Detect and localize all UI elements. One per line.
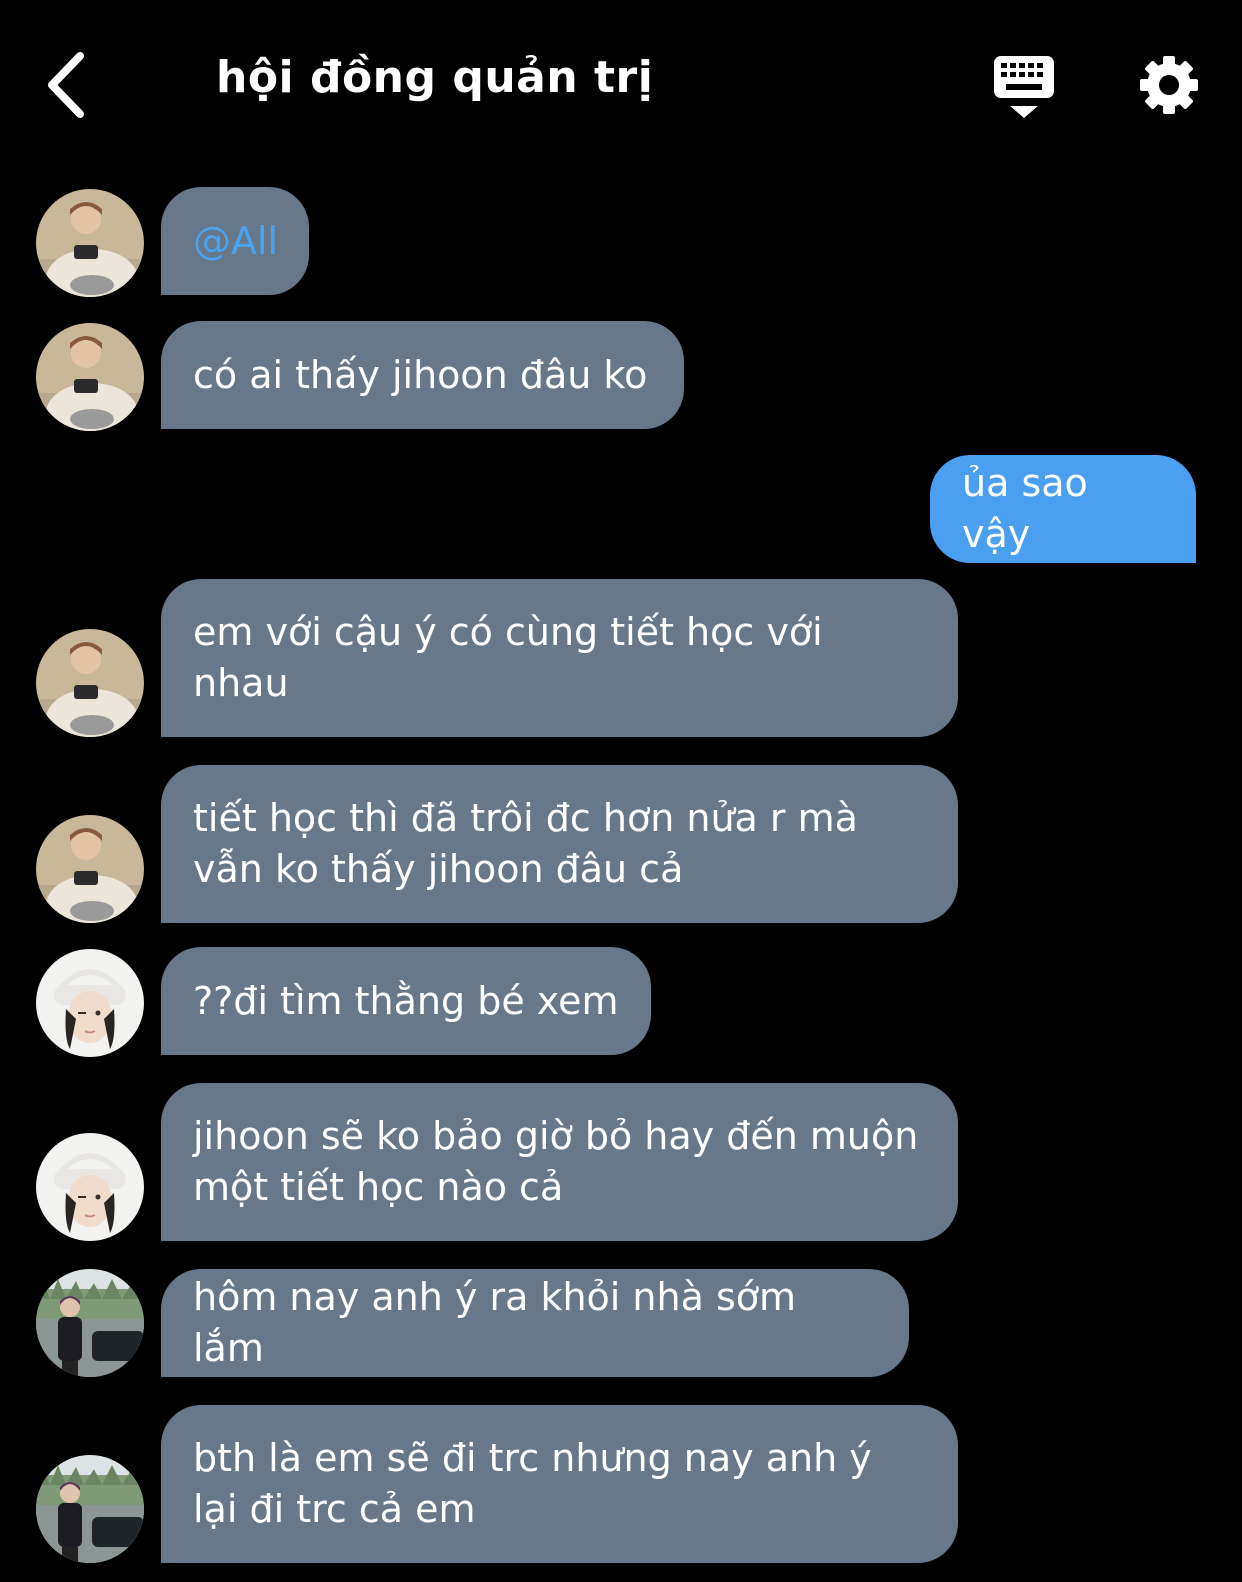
avatar[interactable] <box>36 189 144 297</box>
chevron-left-icon <box>48 52 84 118</box>
gear-icon <box>1140 56 1198 114</box>
message-bubble[interactable]: tiết học thì đã trôi đc hơn nửa r mà vẫn… <box>161 765 958 923</box>
avatar[interactable] <box>36 1455 144 1563</box>
message-bubble[interactable]: bth là em sẽ đi trc nhưng nay anh ý lại … <box>161 1405 958 1563</box>
settings-button[interactable] <box>1138 54 1200 116</box>
avatar[interactable] <box>36 629 144 737</box>
message-bubble[interactable]: có ai thấy jihoon đâu ko <box>161 321 684 429</box>
back-button[interactable] <box>40 50 100 120</box>
avatar[interactable] <box>36 815 144 923</box>
message-bubble[interactable]: jihoon sẽ ko bảo giờ bỏ hay đến muộn một… <box>161 1083 958 1241</box>
keyboard-button[interactable] <box>992 54 1056 120</box>
message-bubble[interactable]: em với cậu ý có cùng tiết học với nhau <box>161 579 958 737</box>
message-bubble[interactable]: ??đi tìm thằng bé xem <box>161 947 651 1055</box>
avatar[interactable] <box>36 1133 144 1241</box>
message-bubble[interactable]: @All <box>161 187 309 295</box>
keyboard-icon <box>994 56 1054 118</box>
message-bubble[interactable]: hôm nay anh ý ra khỏi nhà sớm lắm <box>161 1269 909 1377</box>
avatar[interactable] <box>36 323 144 431</box>
chat-title: hội đồng quản trị <box>216 52 654 103</box>
chat-header: hội đồng quản trị <box>0 0 1242 160</box>
message-bubble-outgoing[interactable]: ủa sao vậy <box>930 455 1196 563</box>
avatar[interactable] <box>36 1269 144 1377</box>
avatar[interactable] <box>36 949 144 1057</box>
